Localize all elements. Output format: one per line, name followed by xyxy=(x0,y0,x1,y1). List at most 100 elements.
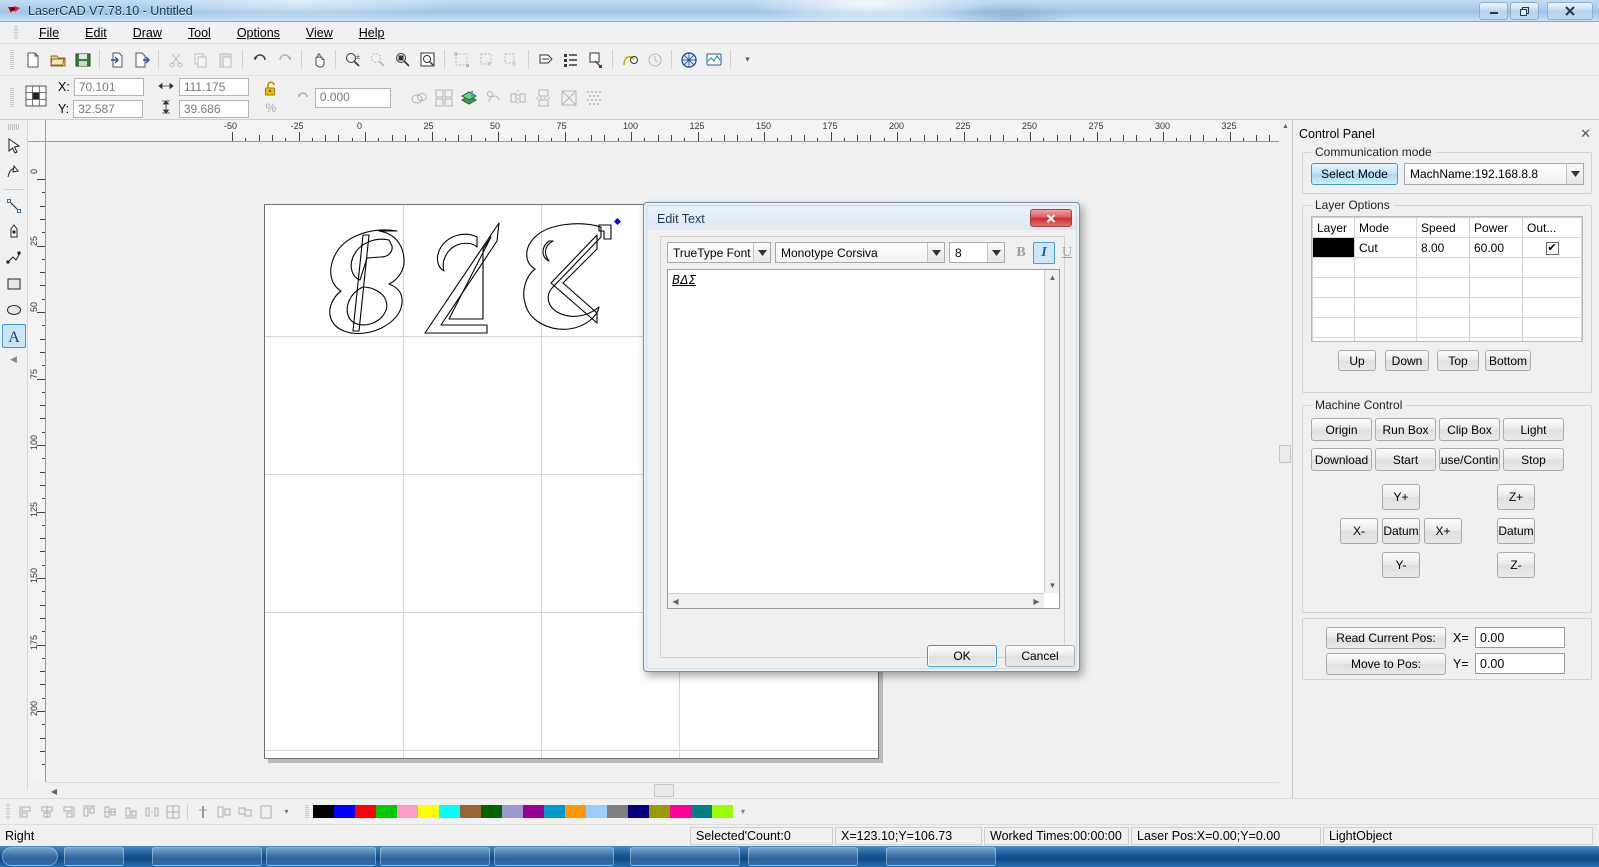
curve-smooth-icon[interactable] xyxy=(617,47,642,72)
menu-edit[interactable]: Edit xyxy=(72,24,120,42)
rotate-input[interactable]: 0.000 xyxy=(314,87,391,108)
control-panel-close-icon[interactable]: ✕ xyxy=(1580,126,1595,142)
clip-box-button[interactable]: Clip Box xyxy=(1439,418,1500,441)
move-to-pos-button[interactable]: Move to Pos: xyxy=(1326,653,1446,675)
jog-z-datum-button[interactable]: Datum xyxy=(1497,518,1535,544)
simulate-icon[interactable] xyxy=(676,47,701,72)
palette-swatch[interactable] xyxy=(418,805,439,818)
zoom-inout-icon[interactable]: ± xyxy=(340,47,365,72)
preview-icon[interactable] xyxy=(701,47,726,72)
palette-swatch[interactable] xyxy=(376,805,397,818)
read-current-pos-button[interactable]: Read Current Pos: xyxy=(1326,627,1446,649)
chevron-down-icon[interactable] xyxy=(1566,164,1583,184)
canvas-horizontal-scrollbar[interactable]: ◀ ▶ xyxy=(46,782,1292,799)
width-input[interactable]: 111.175 xyxy=(178,77,249,96)
palette-swatch[interactable] xyxy=(628,805,649,818)
palette-swatch[interactable] xyxy=(586,805,607,818)
menu-view[interactable]: View xyxy=(293,24,346,42)
light-button[interactable]: Light xyxy=(1503,418,1564,441)
chevron-down-icon[interactable] xyxy=(753,243,770,262)
menu-drag-grip[interactable] xyxy=(14,25,18,40)
taskbar-item[interactable] xyxy=(630,847,740,866)
ok-button[interactable]: OK xyxy=(927,645,997,667)
text-editor-horizontal-scrollbar[interactable]: ◀ ▶ xyxy=(668,593,1044,608)
set-origin-icon[interactable] xyxy=(583,47,608,72)
ellipse-tool[interactable] xyxy=(2,298,26,322)
height-input[interactable]: 39.686 xyxy=(178,99,249,118)
taskbar-item[interactable] xyxy=(266,847,376,866)
text-editor-area[interactable]: ΒΔΣ ▲ ▼ ◀ ▶ xyxy=(667,269,1060,609)
close-button[interactable] xyxy=(1547,2,1593,20)
scroll-right-arrow[interactable]: ▶ xyxy=(1029,594,1044,609)
toolbar-overflow-button[interactable]: ▾ xyxy=(735,47,760,72)
canvas-vertical-scroll-strip[interactable]: ▲ xyxy=(1279,120,1292,798)
jog-x-minus-button[interactable]: X- xyxy=(1340,518,1378,544)
text-tool[interactable]: A xyxy=(1,324,26,348)
restore-button[interactable] xyxy=(1510,2,1539,20)
font-type-combo[interactable]: TrueType Font xyxy=(667,242,771,263)
dialog-close-button[interactable] xyxy=(1030,209,1072,227)
path-optimize-icon[interactable] xyxy=(533,47,558,72)
scroll-left-arrow[interactable]: ◀ xyxy=(668,594,683,609)
table-row[interactable]: Cut 8.00 60.00 ✔ xyxy=(1312,237,1582,258)
y-input[interactable]: 32.587 xyxy=(73,99,144,118)
undo-icon[interactable] xyxy=(247,47,272,72)
table-row[interactable] xyxy=(1312,257,1582,278)
menu-help[interactable]: Help xyxy=(346,24,398,42)
new-file-icon[interactable] xyxy=(20,47,45,72)
italic-button[interactable]: I xyxy=(1033,242,1055,264)
bold-button[interactable]: B xyxy=(1010,242,1032,264)
node-edit-tool[interactable] xyxy=(2,160,26,184)
table-row[interactable] xyxy=(1312,297,1582,318)
scroll-up-arrow[interactable]: ▲ xyxy=(1279,120,1292,133)
tools-collapse-arrow[interactable]: ◀ xyxy=(10,354,17,365)
jog-y-plus-button[interactable]: Y+ xyxy=(1382,484,1420,510)
jog-x-plus-button[interactable]: X+ xyxy=(1424,518,1462,544)
scroll-left-arrow[interactable]: ◀ xyxy=(46,783,62,799)
layer-speed-cell[interactable]: 8.00 xyxy=(1416,237,1470,258)
minimize-button[interactable] xyxy=(1479,2,1508,20)
taskbar-item[interactable] xyxy=(748,847,858,866)
artwork-text-object[interactable] xyxy=(301,213,621,343)
select-arrow-tool[interactable] xyxy=(2,134,26,158)
palette-swatch[interactable] xyxy=(355,805,376,818)
align-overflow-button[interactable]: ▾ xyxy=(276,801,297,822)
table-row[interactable] xyxy=(1312,277,1582,298)
menu-tool[interactable]: Tool xyxy=(175,24,224,42)
cancel-button[interactable]: Cancel xyxy=(1005,645,1075,667)
scroll-horizontal-thumb[interactable] xyxy=(654,784,674,797)
taskbar-item[interactable] xyxy=(64,847,124,866)
scroll-vertical-thumb[interactable] xyxy=(1279,445,1291,463)
polyline-tool[interactable] xyxy=(2,246,26,270)
align-bar-grip[interactable] xyxy=(6,803,10,820)
font-name-combo[interactable]: Monotype Corsiva xyxy=(775,242,945,263)
palette-swatch[interactable] xyxy=(607,805,628,818)
menu-draw[interactable]: Draw xyxy=(120,24,175,42)
palette-swatch[interactable] xyxy=(649,805,670,818)
run-box-button[interactable]: Run Box xyxy=(1375,418,1436,441)
stop-button[interactable]: Stop xyxy=(1503,448,1564,471)
import-icon[interactable] xyxy=(104,47,129,72)
pen-tool[interactable] xyxy=(2,220,26,244)
text-editor-vertical-scrollbar[interactable]: ▲ ▼ xyxy=(1044,270,1059,593)
chevron-down-icon[interactable] xyxy=(927,243,944,262)
x-input[interactable]: 70.101 xyxy=(73,77,144,96)
select-mode-button[interactable]: Select Mode xyxy=(1311,163,1398,185)
menu-file[interactable]: File xyxy=(26,24,72,42)
jog-z-plus-button[interactable]: Z+ xyxy=(1497,484,1535,510)
palette-swatch[interactable] xyxy=(523,805,544,818)
edit-text-dialog[interactable]: Edit Text TrueType Font Monotype Corsiva… xyxy=(643,202,1080,672)
palette-swatch[interactable] xyxy=(481,805,502,818)
palette-grip[interactable] xyxy=(305,804,309,819)
props-toolbar-grip[interactable] xyxy=(10,87,14,108)
jog-z-minus-button[interactable]: Z- xyxy=(1497,552,1535,578)
palette-swatch[interactable] xyxy=(544,805,565,818)
palette-swatch[interactable] xyxy=(334,805,355,818)
taskbar-item[interactable] xyxy=(152,847,262,866)
pos-y-input[interactable]: 0.00 xyxy=(1475,653,1565,674)
palette-swatch[interactable] xyxy=(313,805,334,818)
output-checkbox-checked-icon[interactable]: ✔ xyxy=(1545,242,1559,255)
palette-swatch[interactable] xyxy=(502,805,523,818)
chevron-down-icon[interactable] xyxy=(987,243,1004,262)
unlocked-padlock-icon[interactable] xyxy=(263,80,279,101)
